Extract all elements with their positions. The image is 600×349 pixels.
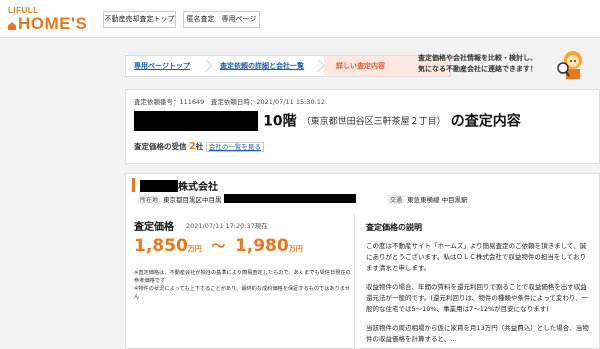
promo-message: 査定価格や会社情報を比較・検討し、 気になる不動産会社に連絡できます！: [418, 54, 537, 73]
site-header: LIFULL HOME'S 不動産売却査定トップ 匿名査定 専用ページ: [0, 0, 600, 38]
company-assessment-card: 株式会社 所在地 東京都目黒区中目黒 交通 東急東横線 中目黒駅 査定価格 2021…: [125, 173, 600, 349]
explanation-heading: 査定価格の説明: [366, 223, 422, 232]
company-address: 所在地 東京都目黒区中目黒: [138, 194, 356, 204]
price-heading: 査定価格: [134, 222, 174, 233]
step-dedicated-top-link[interactable]: 専用ページトップ: [134, 62, 190, 70]
redacted-address: [223, 194, 356, 203]
received-count: 査定価格の受信 2社 会社の一覧を見る: [134, 141, 264, 152]
company-name: 株式会社: [140, 178, 218, 193]
price-notes: ※査定価格は、不動産会社が独自の基準により簡易査定したもので、あくまでも受信日現…: [134, 270, 351, 300]
lifull-homes-logo[interactable]: LIFULL HOME'S: [8, 6, 87, 32]
step-request-details-link[interactable]: 査定依頼の詳細と会社一覧: [220, 62, 304, 70]
house-icon: [8, 22, 16, 30]
mascot-with-magnifier-icon: [557, 51, 582, 79]
company-list-link[interactable]: 会社の一覧を見る: [205, 142, 264, 152]
company-station: 交通 東急東横線 中目黒駅: [388, 195, 468, 204]
assessment-summary-card: 査定依頼番号：111649 査定依頼日時：2021/07/11 15:30:12…: [125, 89, 600, 164]
chevron-right-icon: [311, 59, 325, 73]
redacted-company-name: [140, 180, 178, 192]
logo-big-text: HOME'S: [18, 14, 88, 33]
price-explanation: 査定価格の説明 この度は不動産サイト「ホームズ」より簡易査定のご依頼を頂きまして…: [366, 222, 592, 349]
breadcrumb-steps: 専用ページトップ 査定依頼の詳細と会社一覧 詳しい査定内容: [125, 55, 451, 77]
chevron-right-icon: [199, 59, 213, 73]
request-meta: 査定依頼番号：111649 査定依頼日時：2021/07/11 15:30:12: [134, 98, 326, 106]
price-timestamp: 2021/07/11 17:20:37現在: [186, 222, 268, 230]
redacted-property-name: [134, 110, 258, 131]
nav-sell-assessment-top[interactable]: 不動産売却査定トップ: [103, 11, 176, 28]
price-range: 1,850万円 〜 1,980万円: [134, 236, 303, 256]
page-title: 10階 （東京都世田谷区三軒茶屋２丁目） の査定内容: [134, 110, 521, 134]
nav-anonymous-assessment-page[interactable]: 匿名査定 専用ページ: [183, 11, 260, 28]
